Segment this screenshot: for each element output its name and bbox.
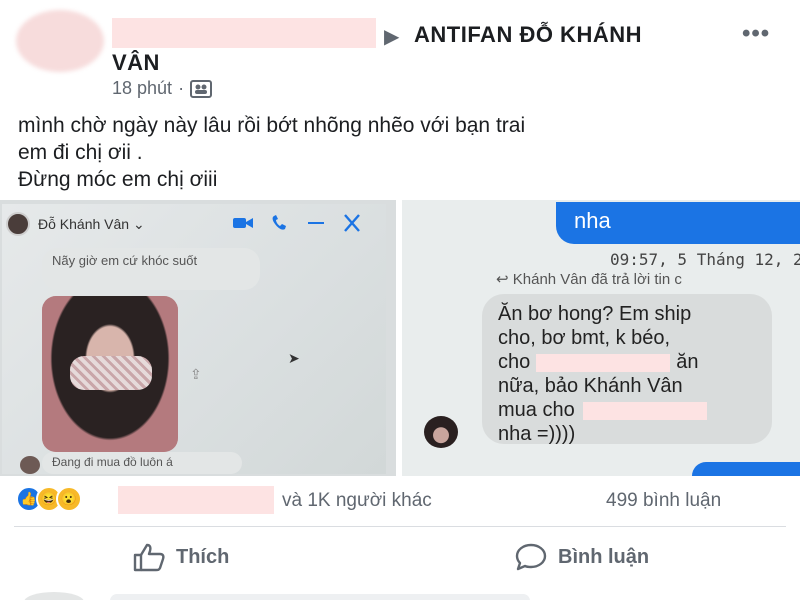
chat-small-avatar	[20, 456, 40, 474]
author-name-redacted[interactable]	[112, 18, 376, 48]
chat-bubble-sent-partial	[692, 462, 800, 476]
close-icon	[344, 214, 360, 232]
reply-indicator: ↩ Khánh Vân đã trả lời tin c	[496, 271, 682, 288]
post-meta: 18 phút ·	[112, 78, 213, 99]
chat-photo-girl-with-mask	[42, 296, 178, 452]
share-icon: ⇪	[190, 366, 202, 382]
group-arrow-icon: ▶	[384, 26, 400, 48]
reply-icon: ↩	[496, 271, 509, 288]
comment-label: Bình luận	[558, 545, 650, 568]
more-options-icon[interactable]: •••	[742, 20, 770, 48]
chat-bubble-sent: nha	[556, 202, 800, 244]
comment-count[interactable]: 499 bình luận	[606, 490, 721, 512]
mouse-cursor-icon: ➤	[288, 350, 300, 366]
commenter-avatar	[24, 592, 84, 600]
chat-avatar	[424, 416, 458, 448]
wow-icon: 😮	[56, 486, 82, 512]
chat-window-icons	[232, 214, 362, 232]
messenger-screenshot: Đỗ Khánh Vân ⌄ Nãy giờ em cứ khóc suốt ⇪…	[2, 204, 386, 474]
post-caption: mình chờ ngày này lâu rồi bớt nhõng nhẽo…	[18, 112, 758, 193]
video-icon	[233, 218, 253, 228]
chat-avatar	[6, 212, 30, 236]
like-label: Thích	[176, 545, 230, 568]
like-button[interactable]: Thích	[132, 540, 229, 574]
caption-line: Đừng móc em chị ơiii	[18, 168, 218, 191]
divider	[14, 526, 786, 527]
group-name-continued[interactable]: VÂN	[112, 50, 160, 76]
reaction-count[interactable]: và 1K người khác	[282, 490, 432, 512]
thumbs-up-icon	[133, 543, 165, 572]
comment-icon	[515, 543, 547, 571]
attached-photo-left[interactable]: Đỗ Khánh Vân ⌄ Nãy giờ em cứ khóc suốt ⇪…	[0, 200, 396, 476]
reaction-icons[interactable]: 👍 😆 😮	[16, 486, 82, 512]
redaction-block	[536, 353, 671, 372]
chat-timestamp: 09:57, 5 Tháng 12, 2	[610, 250, 800, 269]
attached-photo-right[interactable]: nha 09:57, 5 Tháng 12, 2 ↩ Khánh Vân đã …	[402, 200, 800, 476]
meta-separator: ·	[178, 78, 185, 98]
group-audience-icon	[190, 79, 213, 98]
redaction-block	[582, 401, 707, 420]
reactor-name-redacted[interactable]	[118, 486, 274, 514]
caption-line: mình chờ ngày này lâu rồi bớt nhõng nhẽo…	[18, 114, 526, 137]
chat-contact-name: Đỗ Khánh Vân ⌄	[38, 216, 145, 232]
author-avatar-redacted[interactable]	[16, 10, 104, 72]
caption-line: em đi chị ơii .	[18, 141, 143, 164]
phone-icon	[272, 215, 286, 230]
comment-input[interactable]	[110, 594, 530, 600]
comment-button[interactable]: Bình luận	[514, 540, 649, 574]
chat-bubble-received: Ăn bơ hong? Em ship cho, bơ bmt, k béo, …	[482, 294, 772, 445]
chat-bubble-received: Đang đi mua đồ luôn á	[42, 452, 242, 474]
chat-bubble-received: Nãy giờ em cứ khóc suốt	[42, 248, 260, 290]
face-mask	[70, 356, 152, 390]
minimize-icon	[308, 222, 324, 224]
group-name[interactable]: ANTIFAN ĐỖ KHÁNH	[414, 22, 642, 48]
post-time[interactable]: 18 phút	[112, 78, 172, 99]
